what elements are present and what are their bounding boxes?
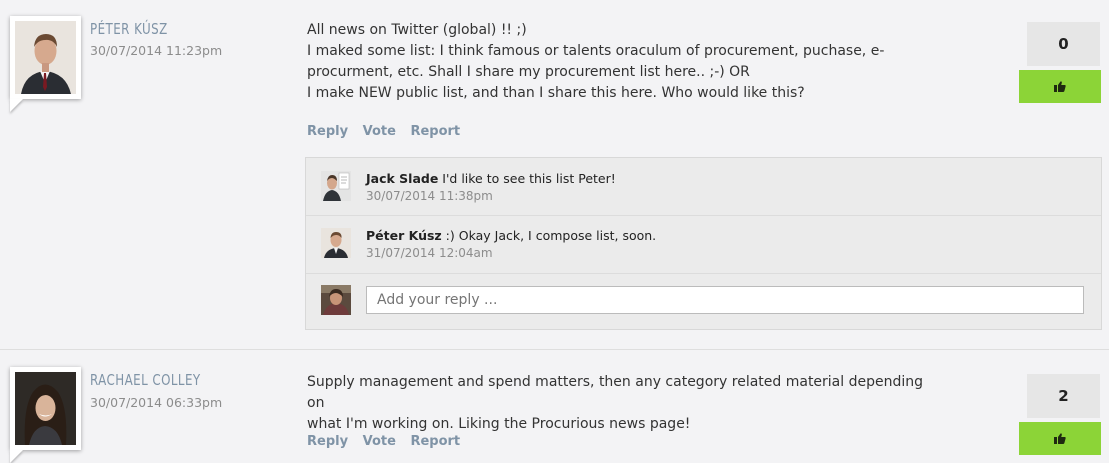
thumbs-up-icon [1054,81,1066,92]
comment-line: I make NEW public list, and than I share… [307,85,805,101]
avatar-photo [15,372,76,445]
reply-avatar[interactable] [321,171,351,201]
reply-avatar-photo [321,171,351,201]
author-name[interactable]: RACHAEL COLLEY [90,371,201,389]
vote-count: 0 [1027,22,1100,66]
reply-text: Jack Slade I'd like to see this list Pet… [366,171,616,186]
reply-date: 30/07/2014 11:38pm [366,189,493,203]
current-user-avatar [321,285,351,315]
thumbs-up-icon [1054,433,1066,444]
reply-avatar-photo [321,228,351,258]
avatar[interactable] [10,367,81,450]
reply-author[interactable]: Jack Slade [366,171,438,186]
vote-button[interactable] [1019,422,1101,455]
comment-text: Supply management and spend matters, the… [307,372,927,435]
comment-line: Supply management and spend matters, the… [307,374,924,411]
vote-button[interactable] [1019,70,1101,103]
comment-line: All news on Twitter (global) !! ;) [307,22,527,38]
vote-count: 2 [1027,374,1100,418]
reply-input[interactable] [366,286,1084,314]
replies-panel: Jack Slade I'd like to see this list Pet… [305,157,1102,330]
reply-avatar[interactable] [321,228,351,258]
reply-message: :) Okay Jack, I compose list, soon. [441,228,657,243]
post-date: 30/07/2014 11:23pm [90,43,223,58]
avatar-photo [15,21,76,94]
comment-post: RACHAEL COLLEY 30/07/2014 06:33pm Supply… [0,349,1109,456]
comment-line: I maked some list: I think famous or tal… [307,43,885,59]
comment-line: procurment, etc. Shall I share my procur… [307,64,750,80]
reply-text: Péter Kúsz :) Okay Jack, I compose list,… [366,228,656,243]
reply-date: 31/07/2014 12:04am [366,246,493,260]
author-name[interactable]: PÉTER KÚSZ [90,20,168,38]
current-user-avatar-photo [321,285,351,315]
vote-link[interactable]: Vote [363,124,396,139]
reply-message: I'd like to see this list Peter! [438,171,616,186]
comment-actions: Reply Vote Report [307,124,470,139]
reply-item: Jack Slade I'd like to see this list Pet… [306,158,1101,216]
reply-item: Péter Kúsz :) Okay Jack, I compose list,… [306,215,1101,274]
comment-post: PÉTER KÚSZ 30/07/2014 11:23pm All news o… [0,0,1109,349]
comment-actions: Reply Vote Report [307,434,470,449]
report-link[interactable]: Report [410,124,460,139]
reply-link[interactable]: Reply [307,434,348,449]
comment-text: All news on Twitter (global) !! ;) I mak… [307,20,927,104]
report-link[interactable]: Report [410,434,460,449]
reply-link[interactable]: Reply [307,124,348,139]
reply-author[interactable]: Péter Kúsz [366,228,442,243]
comment-line: what I'm working on. Liking the Procurio… [307,416,691,432]
avatar[interactable] [10,16,81,99]
post-date: 30/07/2014 06:33pm [90,395,223,410]
vote-link[interactable]: Vote [363,434,396,449]
